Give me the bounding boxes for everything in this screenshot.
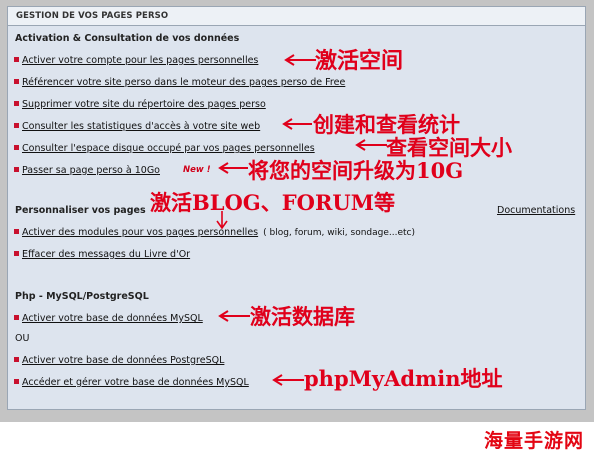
stats-link[interactable]: Consulter les statistiques d'accès à vot… <box>22 121 260 132</box>
annotation-upgrade-10g: 将您的空间升级为10G <box>248 158 464 183</box>
panel-header: GESTION DE VOS PAGES PERSO <box>8 7 585 26</box>
list-item: Supprimer votre site du répertoire des p… <box>14 99 266 110</box>
arrow-left-icon <box>272 374 304 386</box>
bullet-icon <box>14 57 19 62</box>
arrow-left-icon <box>218 162 248 174</box>
arrow-left-icon <box>284 54 316 66</box>
list-item: Passer sa page perso à 10Go <box>14 165 160 176</box>
list-item: Accéder et gérer votre base de données M… <box>14 377 249 388</box>
bullet-icon <box>14 315 19 320</box>
list-item: Activer votre base de données MySQL <box>14 313 203 324</box>
bullet-icon <box>14 229 19 234</box>
annotation-phpmyadmin: phpMyAdmin地址 <box>304 366 503 391</box>
mysql-link[interactable]: Activer votre base de données MySQL <box>22 313 203 324</box>
modules-extra-text: ( blog, forum, wiki, sondage...etc) <box>263 228 415 238</box>
or-text: OU <box>15 333 30 344</box>
bullet-icon <box>14 357 19 362</box>
watermark-logo: 海量手游网 <box>483 430 584 452</box>
activate-account-link[interactable]: Activer votre compte pour les pages pers… <box>22 55 258 66</box>
bullet-icon <box>14 251 19 256</box>
delete-site-link[interactable]: Supprimer votre site du répertoire des p… <box>22 99 266 110</box>
manage-mysql-link[interactable]: Accéder et gérer votre base de données M… <box>22 377 249 388</box>
arrow-left-icon <box>218 310 250 322</box>
annotation-activate-blog-forum: 激活BLOG、FORUM等 <box>150 190 395 215</box>
list-item: Consulter l'espace disque occupé par vos… <box>14 143 315 154</box>
arrow-left-icon <box>355 139 387 151</box>
reference-site-link[interactable]: Référencer votre site perso dans le mote… <box>22 77 345 88</box>
bullet-icon <box>14 101 19 106</box>
bullet-icon <box>14 379 19 384</box>
list-item: Activer votre base de données PostgreSQL <box>14 355 224 366</box>
section-personnaliser-title: Personnaliser vos pages <box>15 205 146 216</box>
bullet-icon <box>14 123 19 128</box>
screenshot-frame: GESTION DE VOS PAGES PERSO Activation & … <box>0 0 594 422</box>
list-item: Référencer votre site perso dans le mote… <box>14 77 345 88</box>
annotation-activate-database: 激活数据库 <box>250 304 355 329</box>
list-item: Consulter les statistiques d'accès à vot… <box>14 121 260 132</box>
annotation-activate-space: 激活空间 <box>315 48 404 74</box>
documentations-link[interactable]: Documentations <box>497 205 575 216</box>
bullet-icon <box>14 79 19 84</box>
bullet-icon <box>14 167 19 172</box>
new-badge: New ! <box>183 165 211 175</box>
panel-title: GESTION DE VOS PAGES PERSO <box>16 11 169 21</box>
disk-space-link[interactable]: Consulter l'espace disque occupé par vos… <box>22 143 315 154</box>
upgrade-10go-link[interactable]: Passer sa page perso à 10Go <box>22 165 160 176</box>
arrow-left-icon <box>282 118 312 130</box>
erase-guestbook-link[interactable]: Effacer des messages du Livre d'Or <box>22 249 190 260</box>
section-php-title: Php - MySQL/PostgreSQL <box>15 291 149 302</box>
list-item: Effacer des messages du Livre d'Or <box>14 249 190 260</box>
bullet-icon <box>14 145 19 150</box>
list-item: Activer votre compte pour les pages pers… <box>14 55 258 66</box>
pages-perso-panel: GESTION DE VOS PAGES PERSO Activation & … <box>7 6 586 410</box>
section-activation-title: Activation & Consultation de vos données <box>15 33 240 44</box>
postgresql-link[interactable]: Activer votre base de données PostgreSQL <box>22 355 224 366</box>
